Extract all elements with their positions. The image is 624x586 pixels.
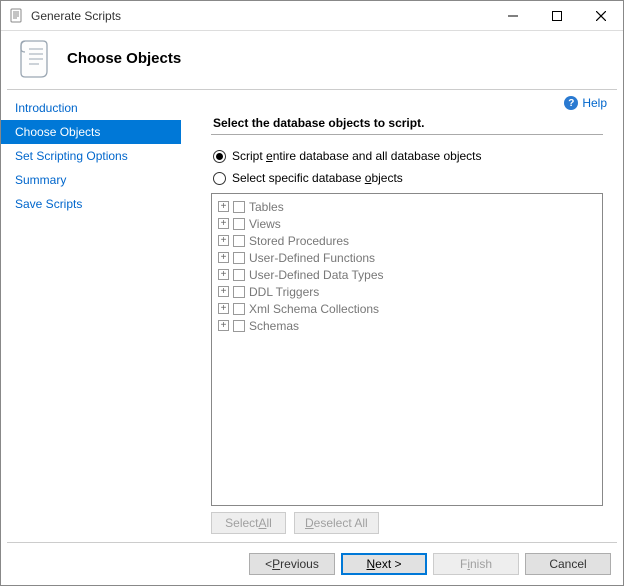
tree-item-label: Tables: [249, 200, 284, 214]
help-link-label: Help: [582, 96, 607, 110]
tree-item-label: Xml Schema Collections: [249, 302, 379, 316]
expand-icon[interactable]: +: [218, 269, 229, 280]
tree-item-label: Schemas: [249, 319, 299, 333]
wizard-content: ? Help Select the database objects to sc…: [181, 90, 623, 540]
checkbox[interactable]: [233, 218, 245, 230]
tree-item-views[interactable]: + Views: [218, 215, 596, 232]
radio-select-specific-label: Select specific database objects: [232, 171, 403, 185]
minimize-button[interactable]: [491, 1, 535, 31]
generate-scripts-window: Generate Scripts Choose Objects Introduc…: [0, 0, 624, 586]
nav-introduction[interactable]: Introduction: [1, 96, 181, 120]
tree-item-stored-procedures[interactable]: + Stored Procedures: [218, 232, 596, 249]
expand-icon[interactable]: +: [218, 218, 229, 229]
app-icon: [9, 8, 25, 24]
checkbox[interactable]: [233, 303, 245, 315]
nav-save-scripts[interactable]: Save Scripts: [1, 192, 181, 216]
wizard-footer: < Previous Next > Finish Cancel: [1, 543, 623, 585]
help-icon: ?: [564, 96, 578, 110]
expand-icon[interactable]: +: [218, 303, 229, 314]
tree-item-xml-schema[interactable]: + Xml Schema Collections: [218, 300, 596, 317]
expand-icon[interactable]: +: [218, 252, 229, 263]
close-button[interactable]: [579, 1, 623, 31]
deselect-all-button: Deselect All: [294, 512, 379, 534]
finish-button: Finish: [433, 553, 519, 575]
checkbox[interactable]: [233, 252, 245, 264]
radio-script-entire[interactable]: Script entire database and all database …: [213, 149, 613, 163]
checkbox[interactable]: [233, 235, 245, 247]
nav-set-scripting-options[interactable]: Set Scripting Options: [1, 144, 181, 168]
tree-item-label: Stored Procedures: [249, 234, 349, 248]
expand-icon[interactable]: +: [218, 235, 229, 246]
maximize-icon: [552, 11, 562, 21]
expand-icon[interactable]: +: [218, 286, 229, 297]
wizard-nav: Introduction Choose Objects Set Scriptin…: [1, 90, 181, 540]
nav-summary[interactable]: Summary: [1, 168, 181, 192]
checkbox[interactable]: [233, 320, 245, 332]
nav-choose-objects[interactable]: Choose Objects: [1, 120, 181, 144]
script-icon: [19, 37, 53, 79]
radio-script-entire-label: Script entire database and all database …: [232, 149, 482, 163]
maximize-button[interactable]: [535, 1, 579, 31]
checkbox[interactable]: [233, 201, 245, 213]
select-all-button: Select All: [211, 512, 286, 534]
tree-item-tables[interactable]: + Tables: [218, 198, 596, 215]
tree-item-schemas[interactable]: + Schemas: [218, 317, 596, 334]
tree-item-label: User-Defined Data Types: [249, 268, 384, 282]
titlebar: Generate Scripts: [1, 1, 623, 31]
tree-item-udts[interactable]: + User-Defined Data Types: [218, 266, 596, 283]
window-title: Generate Scripts: [31, 9, 121, 23]
previous-button[interactable]: < Previous: [249, 553, 335, 575]
expand-icon[interactable]: +: [218, 201, 229, 212]
section-divider: [211, 134, 603, 135]
close-icon: [596, 11, 606, 21]
tree-item-udfs[interactable]: + User-Defined Functions: [218, 249, 596, 266]
minimize-icon: [508, 11, 518, 21]
tree-item-label: DDL Triggers: [249, 285, 319, 299]
checkbox[interactable]: [233, 286, 245, 298]
objects-tree[interactable]: + Tables + Views + Stored Procedures +: [211, 193, 603, 506]
expand-icon[interactable]: +: [218, 320, 229, 331]
tree-item-ddl-triggers[interactable]: + DDL Triggers: [218, 283, 596, 300]
tree-item-label: Views: [249, 217, 281, 231]
checkbox[interactable]: [233, 269, 245, 281]
page-title: Choose Objects: [67, 50, 181, 67]
radio-icon: [213, 172, 226, 185]
next-button[interactable]: Next >: [341, 553, 427, 575]
radio-icon: [213, 150, 226, 163]
tree-item-label: User-Defined Functions: [249, 251, 375, 265]
radio-select-specific[interactable]: Select specific database objects: [213, 171, 613, 185]
wizard-body: Introduction Choose Objects Set Scriptin…: [1, 90, 623, 540]
wizard-header: Choose Objects: [1, 31, 623, 89]
help-link[interactable]: ? Help: [564, 96, 607, 110]
section-title: Select the database objects to script.: [213, 116, 613, 130]
cancel-button[interactable]: Cancel: [525, 553, 611, 575]
